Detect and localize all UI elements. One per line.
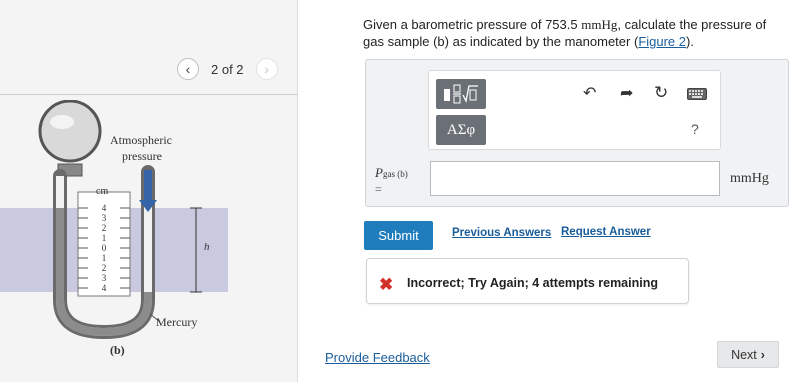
figure-link[interactable]: Figure 2 xyxy=(638,34,686,49)
next-button[interactable]: Next › xyxy=(717,341,779,368)
scale-tick-label: 4 xyxy=(102,203,107,213)
previous-figure-button[interactable]: ‹ xyxy=(177,58,199,80)
answer-label: Pgas (b) xyxy=(375,165,408,180)
feedback-text: Incorrect; Try Again; 4 attempts remaini… xyxy=(407,276,658,290)
provide-feedback-link[interactable]: Provide Feedback xyxy=(325,350,430,365)
equals-sign: = xyxy=(375,182,382,196)
atmospheric-label: Atmospheric xyxy=(110,133,172,147)
scale-tick-label: 3 xyxy=(102,273,107,283)
answer-unit: mmHg xyxy=(730,171,769,186)
symbols-button[interactable]: ΑΣφ xyxy=(436,115,486,145)
bulb-highlight xyxy=(50,115,74,129)
keyboard-icon[interactable] xyxy=(687,88,707,104)
figure-navigation: ‹ 2 of 2 › xyxy=(177,57,287,81)
chevron-left-icon: ‹ xyxy=(185,61,191,77)
scale-tick-label: 0 xyxy=(102,243,107,253)
next-figure-button[interactable]: › xyxy=(255,58,278,80)
question-text: Given a barometric pressure of 753.5 mmH… xyxy=(363,17,767,49)
chevron-right-icon: › xyxy=(760,347,765,362)
scale-tick-label: 2 xyxy=(102,223,107,233)
scale-tick-label: 1 xyxy=(102,253,107,263)
scale-tick-label: 2 xyxy=(102,263,107,273)
scale-tick-label: 1 xyxy=(102,233,107,243)
templates-button[interactable] xyxy=(436,79,486,109)
redo-icon[interactable]: ➦ xyxy=(620,86,633,102)
chevron-right-icon: › xyxy=(264,61,269,77)
atmospheric-arrow-shaft xyxy=(144,170,152,200)
h-label: h xyxy=(204,241,210,253)
next-label: Next xyxy=(731,347,757,362)
answer-input[interactable] xyxy=(430,161,720,196)
submit-button[interactable]: Submit xyxy=(364,221,433,250)
manometer-figure: cm 4 3 2 1 0 1 2 3 4 Atmospheric pressur… xyxy=(0,100,228,357)
undo-icon[interactable]: ↶ xyxy=(583,86,596,102)
gas-bulb xyxy=(38,100,102,163)
help-button[interactable]: ? xyxy=(691,122,699,136)
scale-unit-label: cm xyxy=(96,186,108,197)
x-icon: ✖ xyxy=(379,275,394,294)
pressure-label: pressure xyxy=(122,149,162,163)
figure-caption: (b) xyxy=(110,343,125,357)
previous-answers-link[interactable]: Previous Answers xyxy=(452,227,551,239)
request-answer-link[interactable]: Request Answer xyxy=(561,226,651,238)
reset-icon[interactable]: ↻ xyxy=(654,84,668,101)
scale-tick-label: 4 xyxy=(102,283,107,293)
figure-counter: 2 of 2 xyxy=(211,61,244,77)
mercury-label: Mercury xyxy=(156,315,197,329)
divider xyxy=(0,94,298,95)
figure-pane: ‹ 2 of 2 › cm 4 3 2 1 0 1 2 3 4 Atmosphe… xyxy=(0,0,298,382)
scale-tick-label: 3 xyxy=(102,213,107,223)
fraction-sqrt-template-icon xyxy=(444,84,478,104)
